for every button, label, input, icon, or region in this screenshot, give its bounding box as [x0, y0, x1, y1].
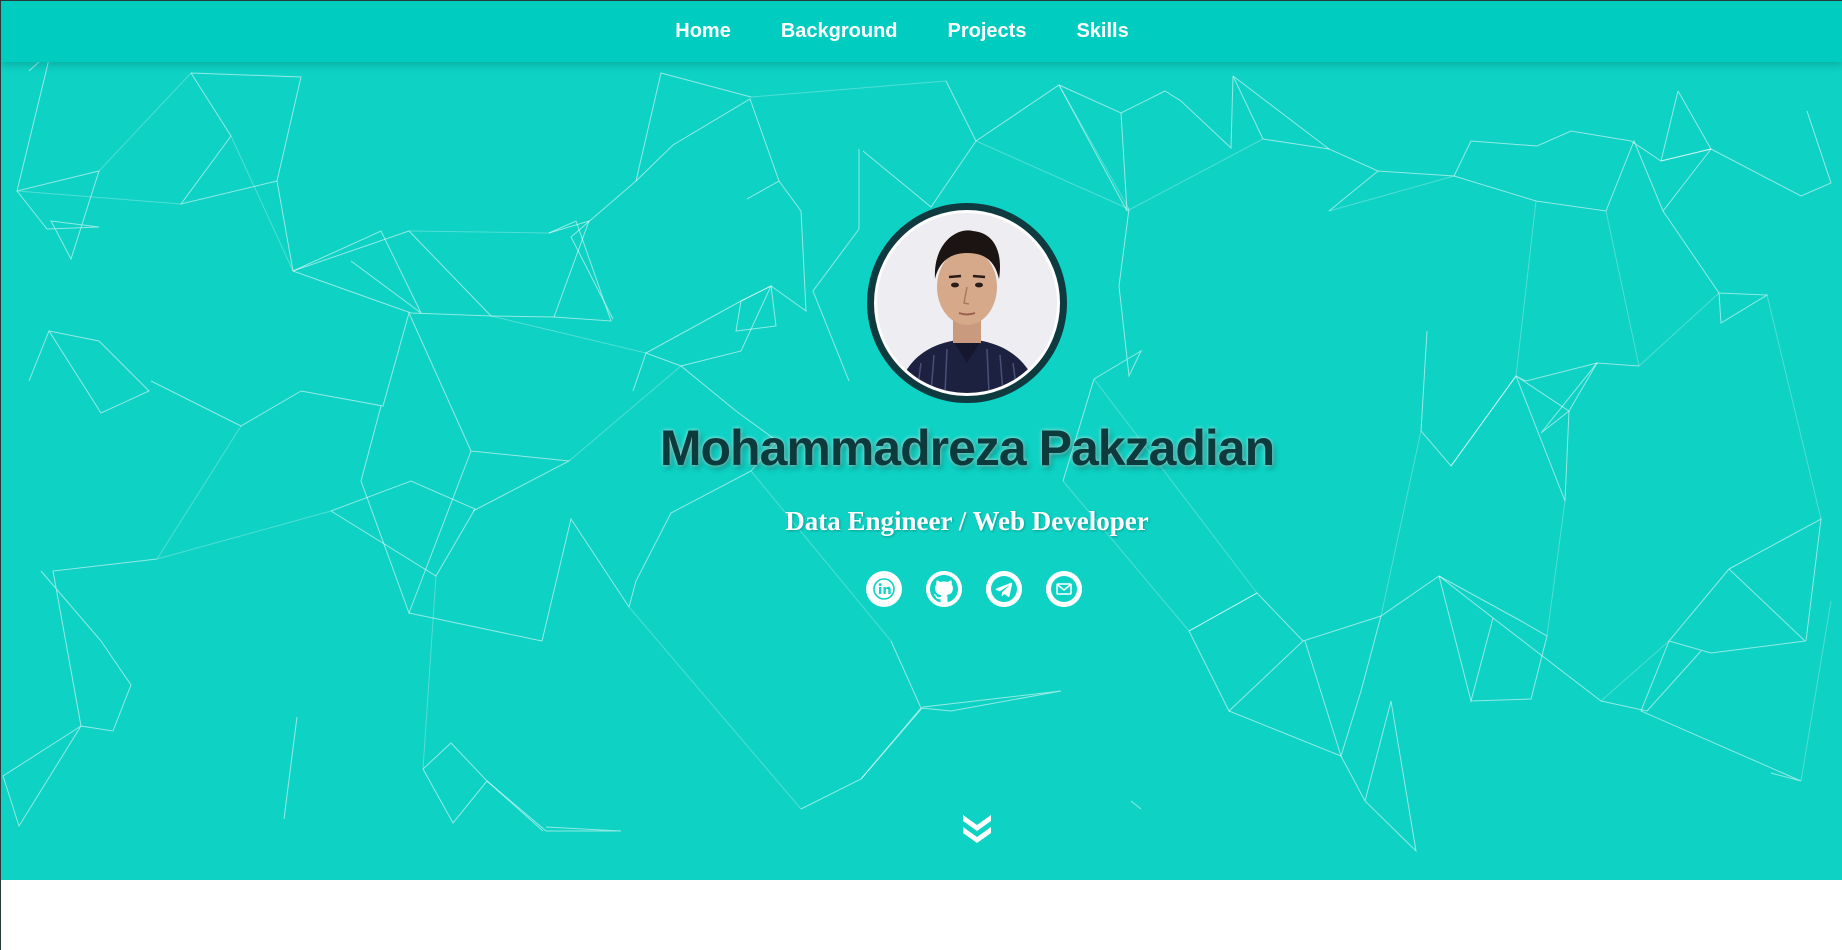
content-section — [0, 880, 1842, 950]
linkedin-icon — [873, 578, 895, 600]
hero-subtitle: Data Engineer / Web Developer — [785, 506, 1149, 536]
nav-link-projects[interactable]: Projects — [948, 20, 1027, 43]
hero-name: Mohammadreza Pakzadian — [659, 420, 1275, 476]
chevron-double-down-icon — [963, 815, 991, 843]
social-links — [866, 571, 1106, 607]
telegram-icon — [986, 571, 1022, 607]
scroll-down-button[interactable] — [961, 813, 993, 845]
profile-photo — [874, 210, 1060, 396]
nav-menu: Home Background Projects Skills — [650, 20, 1153, 43]
nav-link-home[interactable]: Home — [675, 20, 731, 43]
top-navbar: Home Background Projects Skills — [1, 1, 1842, 62]
telegram-link[interactable] — [986, 571, 1022, 607]
linkedin-link[interactable] — [866, 571, 902, 607]
profile-avatar — [867, 203, 1067, 403]
nav-link-skills[interactable]: Skills — [1076, 20, 1128, 43]
hero-section: Home Background Projects Skills Mohammad… — [0, 0, 1842, 880]
nav-link-background[interactable]: Background — [781, 20, 898, 43]
github-link[interactable] — [926, 571, 962, 607]
email-link[interactable] — [1046, 571, 1082, 607]
email-icon — [1046, 571, 1082, 607]
github-icon — [926, 571, 962, 607]
